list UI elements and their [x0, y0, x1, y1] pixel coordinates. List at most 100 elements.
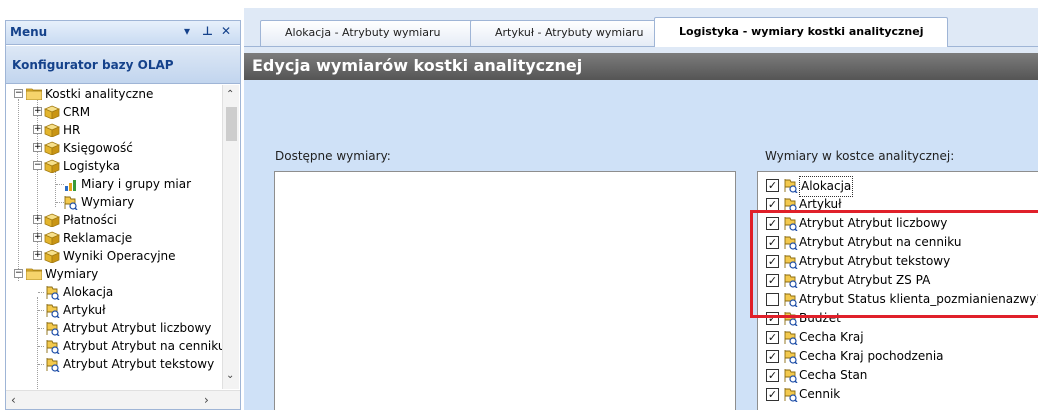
- tree-item-kostki[interactable]: − Kostki analityczne: [6, 85, 222, 103]
- expand-icon[interactable]: +: [33, 215, 42, 224]
- checkbox[interactable]: [766, 293, 779, 306]
- collapse-icon[interactable]: −: [14, 89, 23, 98]
- checkbox[interactable]: ✓: [766, 312, 779, 325]
- tree-item-platnosci[interactable]: + Płatności: [6, 211, 222, 229]
- tree-label: CRM: [63, 105, 91, 119]
- tree-item-atrybut-na-cenniku[interactable]: Atrybut Atrybut na cenniku: [6, 337, 222, 355]
- item-label: Cecha Stan: [799, 368, 868, 382]
- tab-label: Alokacja - Atrybuty wymiaru: [285, 26, 441, 39]
- expand-icon[interactable]: +: [33, 251, 42, 260]
- tree-item-ksiegowosc[interactable]: + Księgowość: [6, 139, 222, 157]
- tree-label: Wymiary: [81, 195, 135, 209]
- tree-label: Atrybut Atrybut liczbowy: [63, 321, 212, 335]
- expand-icon[interactable]: +: [33, 125, 42, 134]
- dimension-icon: [782, 292, 798, 313]
- tab-bar: Alokacja - Atrybuty wymiaru Artykuł - At…: [244, 14, 1038, 47]
- tree-item-miary[interactable]: Miary i grupy miar: [6, 175, 222, 193]
- item-label: Atrybut Atrybut na cenniku: [799, 235, 962, 249]
- cube-dimensions-list[interactable]: ✓ Alokacja ✓ Artykuł ✓ Atrybut Atrybut l…: [757, 171, 1038, 410]
- checkbox[interactable]: ✓: [766, 331, 779, 344]
- tree-horizontal-scrollbar[interactable]: ‹ ›: [6, 390, 240, 409]
- tree-item-wymiary[interactable]: − Wymiary: [6, 265, 222, 283]
- dimension-icon: [782, 349, 798, 370]
- item-label: Artykuł: [799, 197, 842, 211]
- checkbox[interactable]: ✓: [766, 388, 779, 401]
- tree-label: Atrybut Atrybut tekstowy: [63, 357, 215, 371]
- close-icon[interactable]: ✕: [221, 24, 231, 38]
- expand-icon[interactable]: +: [33, 107, 42, 116]
- scroll-thumb[interactable]: [226, 107, 237, 141]
- section-title: Edycja wymiarów kostki analitycznej: [252, 56, 583, 75]
- tree-label: Logistyka: [63, 159, 120, 173]
- dimension-icon: [782, 197, 798, 218]
- expand-icon[interactable]: +: [33, 233, 42, 242]
- collapse-icon[interactable]: −: [33, 161, 42, 170]
- item-label: Atrybut Atrybut tekstowy: [799, 254, 951, 268]
- tree-label: Kostki analityczne: [45, 87, 154, 101]
- tree-label: HR: [63, 123, 81, 137]
- tab-logistyka-wymiary[interactable]: Logistyka - wymiary kostki analitycznej: [654, 17, 948, 47]
- dimension-icon: [782, 330, 798, 351]
- tree-label: Płatności: [63, 213, 117, 227]
- expand-icon[interactable]: +: [33, 143, 42, 152]
- tree-item-wymiary-logistyka[interactable]: Wymiary: [6, 193, 222, 211]
- scroll-left-icon[interactable]: ‹: [11, 393, 16, 407]
- app-window: Menu ▾ ⊥ ✕ Konfigurator bazy OLAP − Kost…: [0, 0, 1038, 410]
- tree-vertical-scrollbar[interactable]: ⌃ ⌄: [222, 85, 239, 389]
- section-header: Edycja wymiarów kostki analitycznej: [244, 53, 1038, 80]
- item-label: Atrybut Atrybut ZS PA: [799, 273, 931, 287]
- tree-item-artykul[interactable]: Artykuł: [6, 301, 222, 319]
- tree-label: Wymiary: [45, 267, 99, 281]
- checkbox[interactable]: ✓: [766, 255, 779, 268]
- tab-artykul-atrybuty[interactable]: Artykuł - Atrybuty wymiaru: [470, 20, 682, 46]
- checkbox[interactable]: ✓: [766, 350, 779, 363]
- menu-dropdown-icon[interactable]: ▾: [184, 24, 190, 38]
- item-label: Cecha Kraj: [799, 330, 864, 344]
- checkbox[interactable]: ✓: [766, 369, 779, 382]
- tree-item-logistyka[interactable]: − Logistyka: [6, 157, 222, 175]
- tree-item-crm[interactable]: + CRM: [6, 103, 222, 121]
- checkbox[interactable]: ✓: [766, 217, 779, 230]
- dimension-icon: [782, 254, 798, 275]
- menu-header: Menu ▾ ⊥ ✕: [6, 21, 240, 45]
- tree-item-alokacja[interactable]: Alokacja: [6, 283, 222, 301]
- menu-title: Menu: [10, 25, 48, 39]
- scroll-up-icon[interactable]: ⌃: [226, 89, 234, 100]
- tree-item-atrybut-tekstowy[interactable]: Atrybut Atrybut tekstowy: [6, 355, 222, 373]
- checkbox[interactable]: ✓: [766, 236, 779, 249]
- tab-alokacja-atrybuty[interactable]: Alokacja - Atrybuty wymiaru: [260, 20, 474, 46]
- dimension-icon: [782, 311, 798, 332]
- checkbox[interactable]: ✓: [766, 274, 779, 287]
- konfigurator-header: Konfigurator bazy OLAP: [6, 46, 240, 84]
- tree-label: Atrybut Atrybut na cenniku: [63, 339, 222, 353]
- item-label: Cennik: [799, 387, 841, 401]
- pin-icon[interactable]: ⊥: [202, 24, 213, 38]
- tree-item-reklamacje[interactable]: + Reklamacje: [6, 229, 222, 247]
- item-label: Cecha Kraj pochodzenia: [799, 349, 944, 363]
- available-dimensions-list[interactable]: [274, 171, 736, 410]
- dimension-icon: [782, 235, 798, 256]
- checkbox[interactable]: ✓: [766, 179, 779, 192]
- item-label: Atrybut Status klienta_pozmianienazwy1: [799, 292, 1038, 306]
- scroll-right-icon[interactable]: ›: [204, 393, 209, 407]
- collapse-icon[interactable]: −: [14, 269, 23, 278]
- konfigurator-title: Konfigurator bazy OLAP: [12, 58, 174, 72]
- tree-label: Miary i grupy miar: [81, 177, 192, 191]
- tree-label: Alokacja: [63, 285, 114, 299]
- tree-label: Wyniki Operacyjne: [63, 249, 176, 263]
- tree-item-hr[interactable]: + HR: [6, 121, 222, 139]
- tree-label: Księgowość: [63, 141, 133, 155]
- menu-panel: Menu ▾ ⊥ ✕ Konfigurator bazy OLAP − Kost…: [5, 20, 241, 410]
- tree-label: Artykuł: [63, 303, 106, 317]
- checkbox[interactable]: ✓: [766, 198, 779, 211]
- dimension-icon: [782, 387, 798, 408]
- dimension-icon: [782, 368, 798, 389]
- tree-item-wyniki[interactable]: + Wyniki Operacyjne: [6, 247, 222, 265]
- item-label: Alokacja: [799, 176, 854, 197]
- tree-label: Reklamacje: [63, 231, 133, 245]
- navigation-tree: − Kostki analityczne + CRM + HR + Księgo…: [6, 85, 222, 389]
- item-label: Budżet: [799, 311, 841, 325]
- tree-item-atrybut-liczbowy[interactable]: Atrybut Atrybut liczbowy: [6, 319, 222, 337]
- dimension-icon: [782, 178, 798, 199]
- scroll-down-icon[interactable]: ⌄: [226, 370, 234, 381]
